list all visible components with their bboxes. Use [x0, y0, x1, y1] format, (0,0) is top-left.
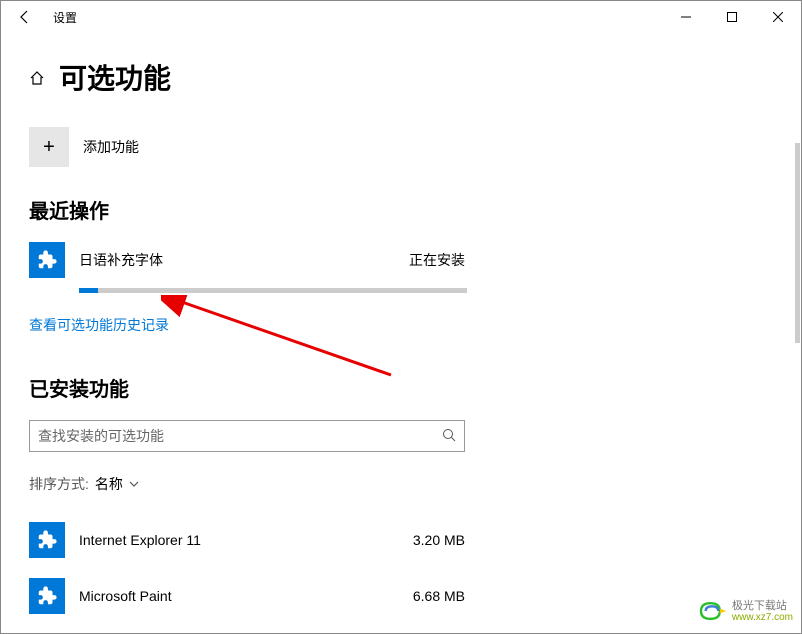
add-feature-label: 添加功能 — [83, 137, 139, 157]
watermark-url: www.xz7.com — [732, 612, 793, 623]
feature-size: 3.20 MB — [413, 532, 465, 548]
chevron-down-icon — [129, 479, 139, 490]
progress-fill — [79, 288, 98, 293]
maximize-button[interactable] — [709, 1, 755, 33]
feature-name: Microsoft Paint — [79, 588, 413, 604]
history-link[interactable]: 查看可选功能历史记录 — [29, 315, 169, 335]
plus-icon: + — [29, 127, 69, 167]
feature-name: Internet Explorer 11 — [79, 532, 413, 548]
installing-name: 日语补充字体 — [79, 250, 409, 270]
puzzle-icon — [29, 242, 65, 278]
search-icon[interactable] — [442, 428, 456, 445]
annotation-arrow — [161, 295, 411, 385]
progress-bar — [79, 288, 467, 293]
watermark: 极光下载站 www.xz7.com — [696, 600, 793, 623]
feature-row[interactable]: Microsoft Paint 6.68 MB — [29, 568, 465, 624]
installing-item[interactable]: 日语补充字体 正在安装 — [29, 242, 465, 278]
watermark-cn: 极光下载站 — [732, 600, 793, 612]
installing-status: 正在安装 — [409, 250, 465, 270]
scrollbar[interactable] — [795, 143, 800, 343]
close-button[interactable] — [755, 1, 801, 33]
window-title: 设置 — [53, 9, 77, 26]
add-feature-button[interactable]: + 添加功能 — [29, 127, 773, 167]
sort-dropdown[interactable]: 排序方式: 名称 — [29, 474, 773, 494]
watermark-logo — [696, 600, 728, 622]
feature-row[interactable]: Internet Explorer 11 3.20 MB — [29, 512, 465, 568]
feature-row[interactable]: Microsoft 快速助手 2.89 MB — [29, 624, 465, 633]
home-icon[interactable] — [29, 70, 45, 91]
back-button[interactable] — [5, 1, 45, 33]
puzzle-icon — [29, 578, 65, 614]
recent-section-title: 最近操作 — [29, 195, 773, 224]
puzzle-icon — [29, 522, 65, 558]
page-title: 可选功能 — [59, 57, 171, 97]
sort-value: 名称 — [95, 474, 123, 494]
search-box[interactable] — [29, 420, 465, 452]
installed-section-title: 已安装功能 — [29, 373, 773, 402]
search-input[interactable] — [38, 428, 442, 444]
minimize-button[interactable] — [663, 1, 709, 33]
sort-label: 排序方式: — [29, 474, 89, 494]
feature-size: 6.68 MB — [413, 588, 465, 604]
